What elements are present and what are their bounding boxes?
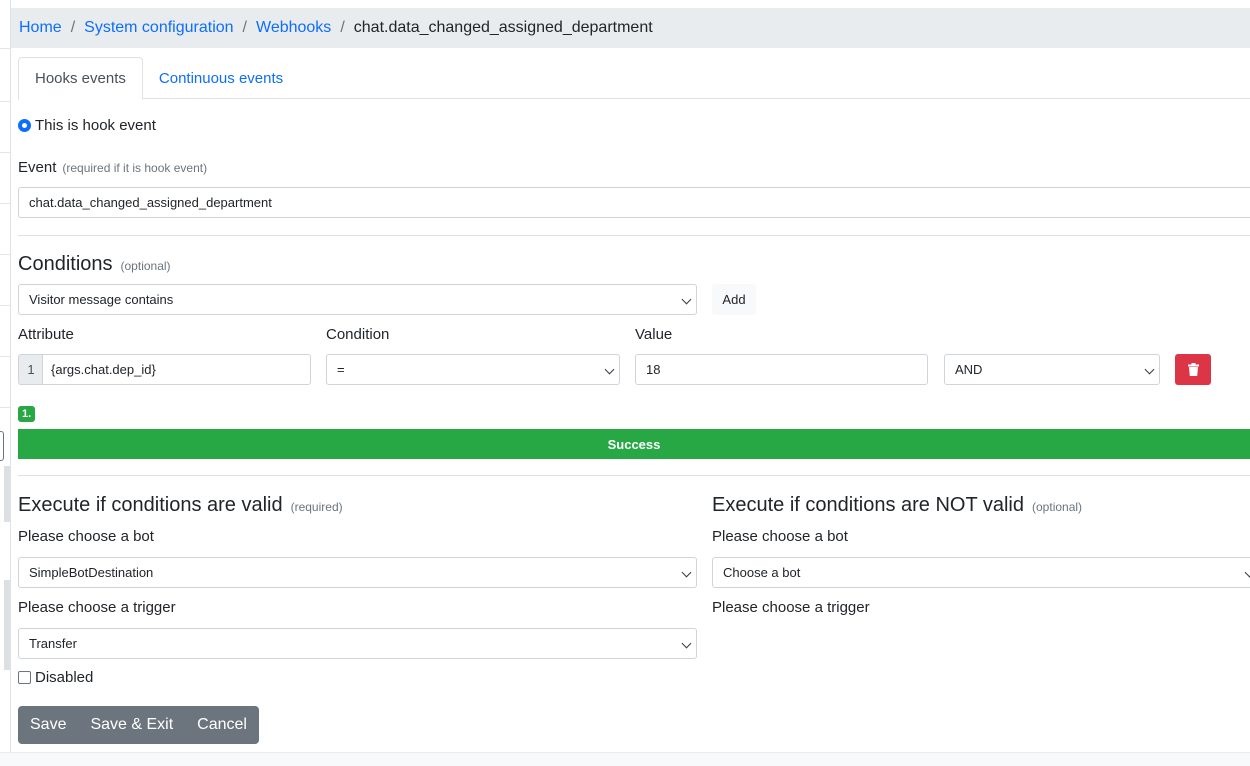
sidebar-divider — [0, 254, 10, 255]
disabled-checkbox[interactable] — [18, 671, 31, 684]
event-type-tabs: Hooks events Continuous events — [18, 57, 1250, 100]
execute-invalid-optional-note: (optional) — [1032, 500, 1083, 514]
sidebar-divider — [0, 203, 10, 204]
sidebar-divider — [0, 101, 10, 102]
condition-header: Condition — [326, 326, 390, 343]
invalid-bot-label: Please choose a bot — [712, 528, 848, 545]
divider — [18, 235, 1250, 236]
save-button[interactable]: Save — [18, 706, 78, 744]
sidebar-divider — [0, 152, 10, 153]
invalid-trigger-label: Please choose a trigger — [712, 599, 870, 616]
sidebar-divider — [0, 48, 10, 49]
hook-event-radio[interactable] — [18, 119, 31, 132]
execute-invalid-heading: Execute if conditions are NOT valid (opt… — [712, 494, 1082, 517]
conditions-title: Conditions — [18, 253, 113, 275]
sidebar-divider — [0, 356, 10, 357]
hook-event-radio-label[interactable]: This is hook event — [35, 117, 156, 134]
disabled-checkbox-label[interactable]: Disabled — [35, 669, 93, 686]
value-header: Value — [635, 326, 673, 343]
condition-group-badge: 1. — [18, 406, 36, 422]
condition-type-select[interactable]: Visitor message contains — [18, 284, 697, 315]
cancel-button[interactable]: Cancel — [185, 706, 259, 744]
sidebar-input-edge[interactable] — [0, 431, 4, 461]
valid-trigger-label: Please choose a trigger — [18, 599, 176, 616]
valid-trigger-select[interactable]: Transfer — [18, 628, 697, 659]
event-required-note: (required if it is hook event) — [62, 161, 208, 175]
conditions-optional-note: (optional) — [120, 259, 171, 273]
invalid-bot-select[interactable]: Choose a bot — [712, 557, 1250, 588]
breadcrumb-separator: / — [70, 19, 76, 36]
footer-strip — [0, 752, 1250, 766]
condition-row-index: 1 — [18, 354, 43, 385]
conditions-heading: Conditions (optional) — [18, 253, 171, 276]
breadcrumb-separator: / — [242, 19, 247, 36]
execute-invalid-title: Execute if conditions are NOT valid — [712, 494, 1025, 516]
logic-operator-select[interactable]: AND — [944, 354, 1160, 385]
hook-event-radio-row: This is hook event — [18, 117, 156, 134]
breadcrumb-current: chat.data_changed_assigned_department — [353, 19, 653, 36]
event-label: Event — [18, 159, 57, 176]
valid-bot-label: Please choose a bot — [18, 528, 154, 545]
delete-condition-button[interactable] — [1175, 354, 1211, 385]
sidebar-divider — [0, 407, 10, 408]
breadcrumb-webhooks-link[interactable]: Webhooks — [256, 19, 331, 37]
form-actions: Save Save & Exit Cancel — [18, 706, 259, 744]
attribute-input[interactable]: {args.chat.dep_id} — [42, 354, 311, 385]
divider — [18, 475, 1250, 476]
sidebar-divider — [0, 305, 10, 306]
breadcrumb: Home / System configuration / Webhooks /… — [11, 8, 1250, 48]
disabled-checkbox-row: Disabled — [18, 669, 93, 686]
breadcrumb-system-configuration-link[interactable]: System configuration — [84, 19, 233, 37]
add-condition-button[interactable]: Add — [712, 284, 756, 315]
execute-valid-heading: Execute if conditions are valid (require… — [18, 494, 343, 517]
event-label-row: Event (required if it is hook event) — [18, 159, 207, 176]
breadcrumb-home-link[interactable]: Home — [19, 19, 62, 37]
tab-continuous-events[interactable]: Continuous events — [143, 57, 299, 99]
trash-icon — [1187, 363, 1199, 376]
condition-result-bar: Success — [18, 429, 1250, 459]
sidebar-scroll-edge[interactable] — [4, 580, 10, 670]
tab-hooks-events[interactable]: Hooks events — [18, 57, 143, 100]
breadcrumb-separator: / — [340, 19, 345, 36]
sidebar-scroll-edge[interactable] — [4, 466, 10, 522]
attribute-header: Attribute — [18, 326, 74, 343]
execute-valid-title: Execute if conditions are valid — [18, 494, 283, 516]
left-sidebar-edge — [0, 0, 11, 752]
execute-valid-required-note: (required) — [290, 500, 343, 514]
event-input[interactable]: chat.data_changed_assigned_department — [18, 187, 1250, 218]
condition-operator-select[interactable]: = — [326, 354, 620, 385]
value-input[interactable]: 18 — [635, 354, 928, 385]
valid-bot-select[interactable]: SimpleBotDestination — [18, 557, 697, 588]
save-exit-button[interactable]: Save & Exit — [78, 706, 185, 744]
